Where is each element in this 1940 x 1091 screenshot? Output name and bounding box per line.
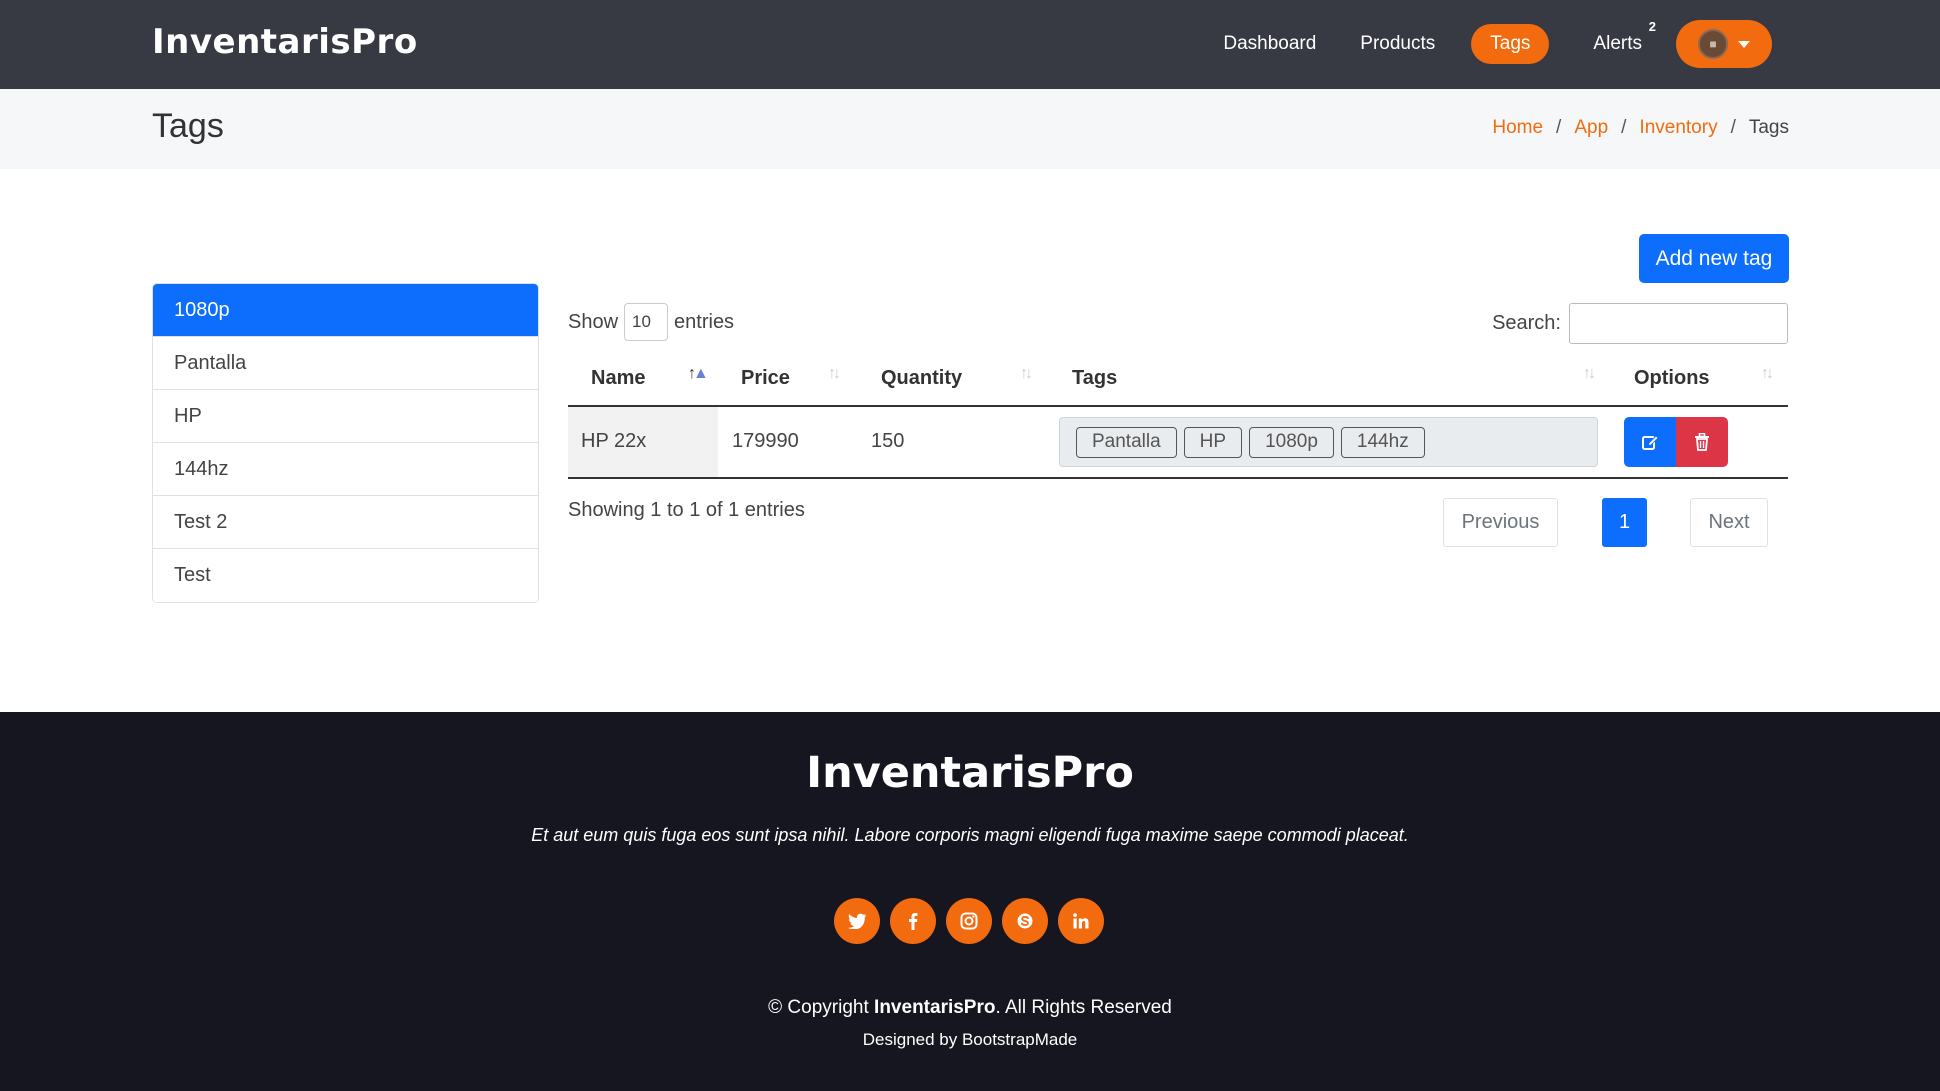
- column-name[interactable]: Name: [591, 367, 645, 390]
- tag-list-item[interactable]: Pantalla: [153, 337, 538, 390]
- column-quantity[interactable]: Quantity: [881, 367, 962, 390]
- page-title-bar: Tags Home / App / Inventory / Tags: [0, 89, 1940, 169]
- page-title: Tags: [152, 107, 224, 145]
- tag-list-item[interactable]: 144hz: [153, 443, 538, 496]
- sort-icon[interactable]: ↑↓: [1761, 365, 1774, 383]
- copyright-brand: InventarisPro: [874, 997, 996, 1018]
- copyright-suffix: . All Rights Reserved: [995, 997, 1172, 1018]
- breadcrumb-separator: /: [1730, 117, 1736, 138]
- sort-icon[interactable]: ↑↓: [828, 365, 841, 383]
- entries-length-control: Show 10 entries: [568, 303, 734, 341]
- page-button-current[interactable]: 1: [1602, 498, 1647, 547]
- top-navbar: InventarisPro Dashboard Products Tags Al…: [0, 0, 1940, 89]
- tag-list-item[interactable]: Test: [153, 549, 538, 602]
- edit-icon: [1642, 435, 1659, 450]
- nav-alerts-label: Alerts: [1593, 33, 1642, 54]
- instagram-icon[interactable]: [946, 898, 992, 944]
- tag-list-item[interactable]: Test 2: [153, 496, 538, 549]
- column-tags[interactable]: Tags: [1072, 367, 1117, 390]
- facebook-icon[interactable]: [890, 898, 936, 944]
- alerts-count-badge: 2: [1648, 19, 1656, 34]
- table-row: HP 22x 179990 150 Pantalla HP 1080p 144h…: [568, 407, 1788, 479]
- footer-logo: InventarisPro: [806, 748, 1134, 798]
- copyright: © Copyright InventarisPro. All Rights Re…: [0, 997, 1940, 1019]
- cell-price: 179990: [732, 430, 799, 452]
- entries-label: entries: [674, 310, 735, 333]
- trash-icon: [1695, 433, 1709, 451]
- search-input[interactable]: [1569, 303, 1788, 344]
- table-search: Search:: [1492, 303, 1788, 344]
- sort-icon[interactable]: ↑↓: [1020, 365, 1033, 383]
- skype-icon[interactable]: [1002, 898, 1048, 944]
- breadcrumb-home[interactable]: Home: [1492, 117, 1543, 139]
- entries-select[interactable]: 10: [624, 303, 669, 341]
- nav-alerts[interactable]: Alerts 2: [1593, 19, 1656, 55]
- cell-name: HP 22x: [581, 430, 647, 452]
- copyright-prefix: © Copyright: [768, 997, 869, 1018]
- breadcrumb: Home / App / Inventory / Tags: [1492, 117, 1789, 139]
- add-new-tag-button[interactable]: Add new tag: [1639, 234, 1789, 283]
- avatar: ■: [1698, 29, 1728, 59]
- nav-dashboard[interactable]: Dashboard: [1223, 33, 1316, 55]
- column-price[interactable]: Price: [741, 367, 790, 390]
- show-label: Show: [568, 310, 619, 333]
- row-options: [1624, 417, 1728, 467]
- chevron-down-icon: [1738, 40, 1750, 48]
- tag-list-item[interactable]: 1080p: [153, 284, 538, 337]
- social-links: [834, 898, 1104, 944]
- tag-list-item[interactable]: HP: [153, 390, 538, 443]
- sort-ascending-icon[interactable]: ↑▲: [688, 365, 709, 383]
- nav-products[interactable]: Products: [1360, 33, 1435, 55]
- tag-list: 1080p Pantalla HP 144hz Test 2 Test: [152, 283, 539, 603]
- table-info: Showing 1 to 1 of 1 entries: [568, 499, 805, 521]
- footer-tagline: Et aut eum quis fuga eos sunt ipsa nihil…: [531, 825, 1409, 845]
- breadcrumb-app[interactable]: App: [1574, 117, 1608, 139]
- tags-field: Pantalla HP 1080p 144hz: [1059, 417, 1598, 467]
- sort-icon[interactable]: ↑↓: [1583, 365, 1596, 383]
- designed-by: Designed by BootstrapMade: [862, 1030, 1078, 1049]
- twitter-icon[interactable]: [834, 898, 880, 944]
- edit-button[interactable]: [1624, 417, 1676, 467]
- delete-button[interactable]: [1676, 417, 1728, 467]
- column-options[interactable]: Options: [1634, 367, 1710, 390]
- site-logo[interactable]: InventarisPro: [152, 22, 418, 62]
- linkedin-icon[interactable]: [1058, 898, 1104, 944]
- table-header: Name ↑▲ Price ↑↓ Quantity ↑↓ Tags ↑↓ Opt…: [568, 357, 1788, 407]
- breadcrumb-separator: /: [1621, 117, 1627, 138]
- breadcrumb-separator: /: [1556, 117, 1562, 138]
- tag-chip[interactable]: 1080p: [1249, 426, 1334, 458]
- nav-tags[interactable]: Tags: [1471, 24, 1550, 64]
- previous-page-button[interactable]: Previous: [1443, 498, 1558, 547]
- search-label: Search:: [1492, 312, 1561, 334]
- tag-chip[interactable]: Pantalla: [1076, 426, 1177, 458]
- next-page-button[interactable]: Next: [1690, 498, 1768, 547]
- breadcrumb-inventory[interactable]: Inventory: [1639, 117, 1717, 139]
- footer: InventarisPro Et aut eum quis fuga eos s…: [0, 712, 1940, 1091]
- tag-chip[interactable]: 144hz: [1340, 426, 1425, 458]
- cell-quantity: 150: [871, 430, 905, 452]
- main-nav: Dashboard Products Tags Alerts 2 ■: [1179, 19, 1772, 68]
- breadcrumb-current: Tags: [1748, 117, 1789, 138]
- tag-chip[interactable]: HP: [1183, 426, 1243, 458]
- user-menu-button[interactable]: ■: [1676, 20, 1772, 68]
